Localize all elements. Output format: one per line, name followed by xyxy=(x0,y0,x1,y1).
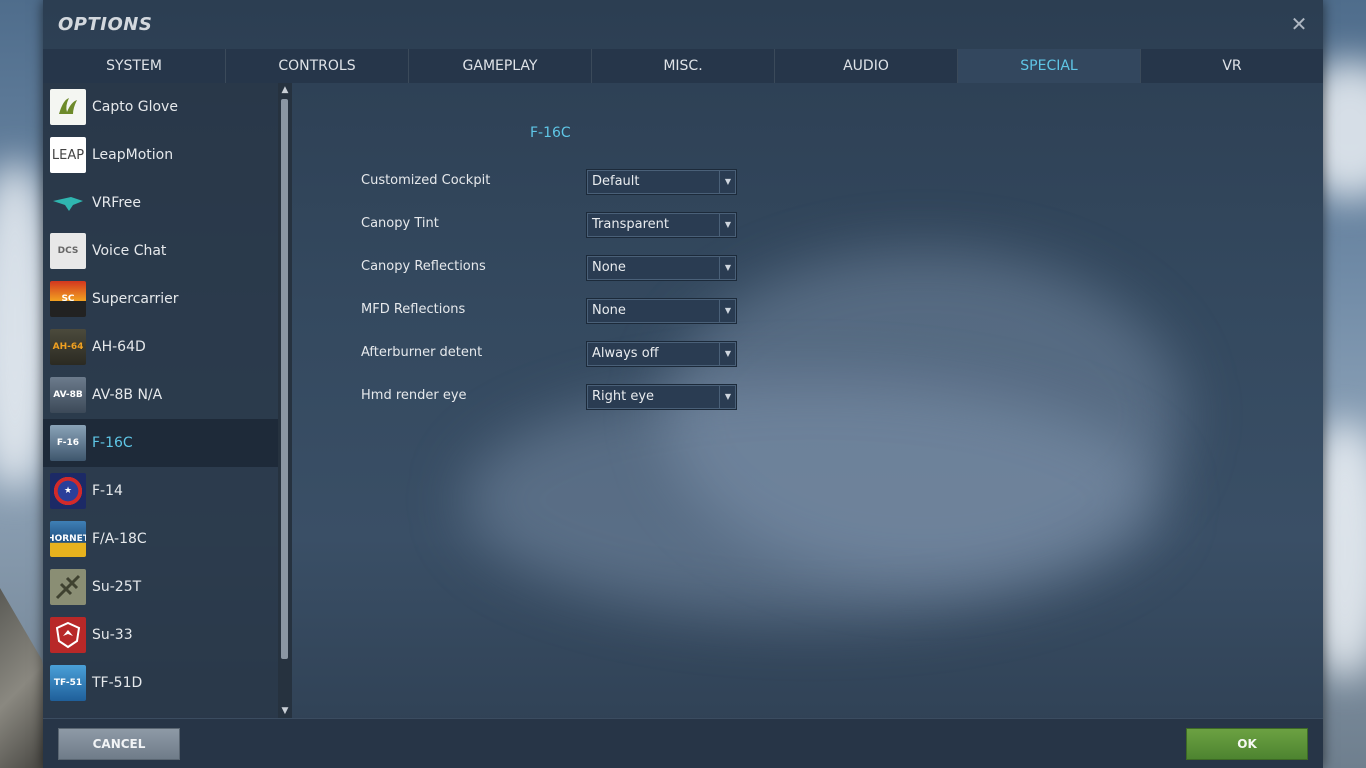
sidebar-item-label: F/A-18C xyxy=(92,531,147,547)
tab-system[interactable]: SYSTEM xyxy=(43,49,226,83)
option-row-canopy-tint: Canopy Tint Transparent ▼ xyxy=(361,212,861,238)
ok-button[interactable]: OK xyxy=(1186,728,1308,760)
tab-bar: SYSTEM CONTROLS GAMEPLAY MISC. AUDIO SPE… xyxy=(43,49,1323,83)
dropdown-value: None xyxy=(592,260,626,275)
sidebar-item-f-14[interactable]: ★ F-14 xyxy=(43,467,278,515)
f-14-icon: ★ xyxy=(50,473,86,509)
vrfree-icon xyxy=(50,185,86,221)
scroll-thumb[interactable] xyxy=(281,99,288,659)
tab-gameplay[interactable]: GAMEPLAY xyxy=(409,49,592,83)
sidebar-item-label: Su-33 xyxy=(92,627,133,643)
f-16c-icon: F-16 xyxy=(50,425,86,461)
tab-misc[interactable]: MISC. xyxy=(592,49,775,83)
dropdown-value: None xyxy=(592,303,626,318)
option-label: Canopy Tint xyxy=(361,216,439,231)
capto-glove-icon xyxy=(50,89,86,125)
options-dialog: OPTIONS ✕ SYSTEM CONTROLS GAMEPLAY MISC.… xyxy=(43,0,1323,768)
option-label: Customized Cockpit xyxy=(361,173,491,188)
options-panel: F-16C Customized Cockpit Default ▼ Canop… xyxy=(292,83,1323,718)
dropdown-value: Default xyxy=(592,174,640,189)
chevron-down-icon: ▼ xyxy=(719,213,736,237)
sidebar-item-label: VRFree xyxy=(92,195,142,211)
dropdown-value: Always off xyxy=(592,346,659,361)
sidebar-item-capto-glove[interactable]: Capto Glove xyxy=(43,83,278,131)
sidebar-item-voice-chat[interactable]: DCS Voice Chat xyxy=(43,227,278,275)
su-33-icon xyxy=(50,617,86,653)
option-label: Hmd render eye xyxy=(361,388,467,403)
scroll-down-arrow-icon[interactable]: ▼ xyxy=(278,704,292,718)
canopy-tint-dropdown[interactable]: Transparent ▼ xyxy=(586,212,737,238)
av-8b-icon: AV-8B xyxy=(50,377,86,413)
option-row-hmd-render-eye: Hmd render eye Right eye ▼ xyxy=(361,384,861,410)
option-label: MFD Reflections xyxy=(361,302,466,317)
hmd-render-eye-dropdown[interactable]: Right eye ▼ xyxy=(586,384,737,410)
ah-64d-icon: AH-64 xyxy=(50,329,86,365)
dialog-footer: CANCEL OK xyxy=(43,718,1323,768)
tab-vr[interactable]: VR xyxy=(1141,49,1323,83)
voice-chat-icon: DCS xyxy=(50,233,86,269)
chevron-down-icon: ▼ xyxy=(719,342,736,366)
chevron-down-icon: ▼ xyxy=(719,299,736,323)
sidebar-item-av-8b[interactable]: AV-8B AV-8B N/A xyxy=(43,371,278,419)
su-25t-icon xyxy=(50,569,86,605)
option-label: Afterburner detent xyxy=(361,345,483,360)
sidebar-item-label: Voice Chat xyxy=(92,243,167,259)
dropdown-value: Transparent xyxy=(592,217,669,232)
mfd-reflections-dropdown[interactable]: None ▼ xyxy=(586,298,737,324)
afterburner-detent-dropdown[interactable]: Always off ▼ xyxy=(586,341,737,367)
close-icon[interactable]: ✕ xyxy=(1289,14,1309,34)
option-row-afterburner-detent: Afterburner detent Always off ▼ xyxy=(361,341,861,367)
sidebar-item-su-25t[interactable]: Su-25T xyxy=(43,563,278,611)
option-row-customized-cockpit: Customized Cockpit Default ▼ xyxy=(361,169,861,195)
chevron-down-icon: ▼ xyxy=(719,256,736,280)
option-row-canopy-reflections: Canopy Reflections None ▼ xyxy=(361,255,861,281)
sidebar-item-su-33[interactable]: Su-33 xyxy=(43,611,278,659)
sidebar-item-f-16c[interactable]: F-16 F-16C xyxy=(43,419,278,467)
sidebar-item-label: Capto Glove xyxy=(92,99,178,115)
option-row-mfd-reflections: MFD Reflections None ▼ xyxy=(361,298,861,324)
sidebar-item-supercarrier[interactable]: SC Supercarrier xyxy=(43,275,278,323)
window-title: OPTIONS xyxy=(58,14,153,35)
option-label: Canopy Reflections xyxy=(361,259,486,274)
sidebar-item-label: Supercarrier xyxy=(92,291,179,307)
canopy-reflections-dropdown[interactable]: None ▼ xyxy=(586,255,737,281)
supercarrier-icon: SC xyxy=(50,281,86,317)
sidebar-item-label: Su-25T xyxy=(92,579,142,595)
section-title: F-16C xyxy=(530,125,571,141)
sidebar-item-leapmotion[interactable]: LEAP LeapMotion xyxy=(43,131,278,179)
chevron-down-icon: ▼ xyxy=(719,385,736,409)
fa-18c-icon: HORNET xyxy=(50,521,86,557)
dropdown-value: Right eye xyxy=(592,389,655,404)
tab-controls[interactable]: CONTROLS xyxy=(226,49,409,83)
tab-audio[interactable]: AUDIO xyxy=(775,49,958,83)
scroll-up-arrow-icon[interactable]: ▲ xyxy=(278,83,292,97)
leapmotion-icon: LEAP xyxy=(50,137,86,173)
sidebar-item-ah-64d[interactable]: AH-64 AH-64D xyxy=(43,323,278,371)
sidebar-item-label: LeapMotion xyxy=(92,147,174,163)
title-bar: OPTIONS ✕ xyxy=(43,0,1323,49)
sidebar-item-label: F-14 xyxy=(92,483,123,499)
chevron-down-icon: ▼ xyxy=(719,170,736,194)
sidebar-item-label: F-16C xyxy=(92,435,133,451)
customized-cockpit-dropdown[interactable]: Default ▼ xyxy=(586,169,737,195)
sidebar-item-label: TF-51D xyxy=(92,675,143,691)
sidebar-scrollbar[interactable]: ▲ ▼ xyxy=(278,83,292,718)
sidebar-item-vrfree[interactable]: VRFree xyxy=(43,179,278,227)
cancel-button[interactable]: CANCEL xyxy=(58,728,180,760)
sidebar-item-tf-51d[interactable]: TF-51 TF-51D xyxy=(43,659,278,707)
sidebar-item-label: AV-8B N/A xyxy=(92,387,163,403)
sidebar-item-label: AH-64D xyxy=(92,339,146,355)
tf-51d-icon: TF-51 xyxy=(50,665,86,701)
module-sidebar: Capto Glove LEAP LeapMotion VRFree DCS V… xyxy=(43,83,278,718)
sidebar-item-fa-18c[interactable]: HORNET F/A-18C xyxy=(43,515,278,563)
tab-special[interactable]: SPECIAL xyxy=(958,49,1141,83)
